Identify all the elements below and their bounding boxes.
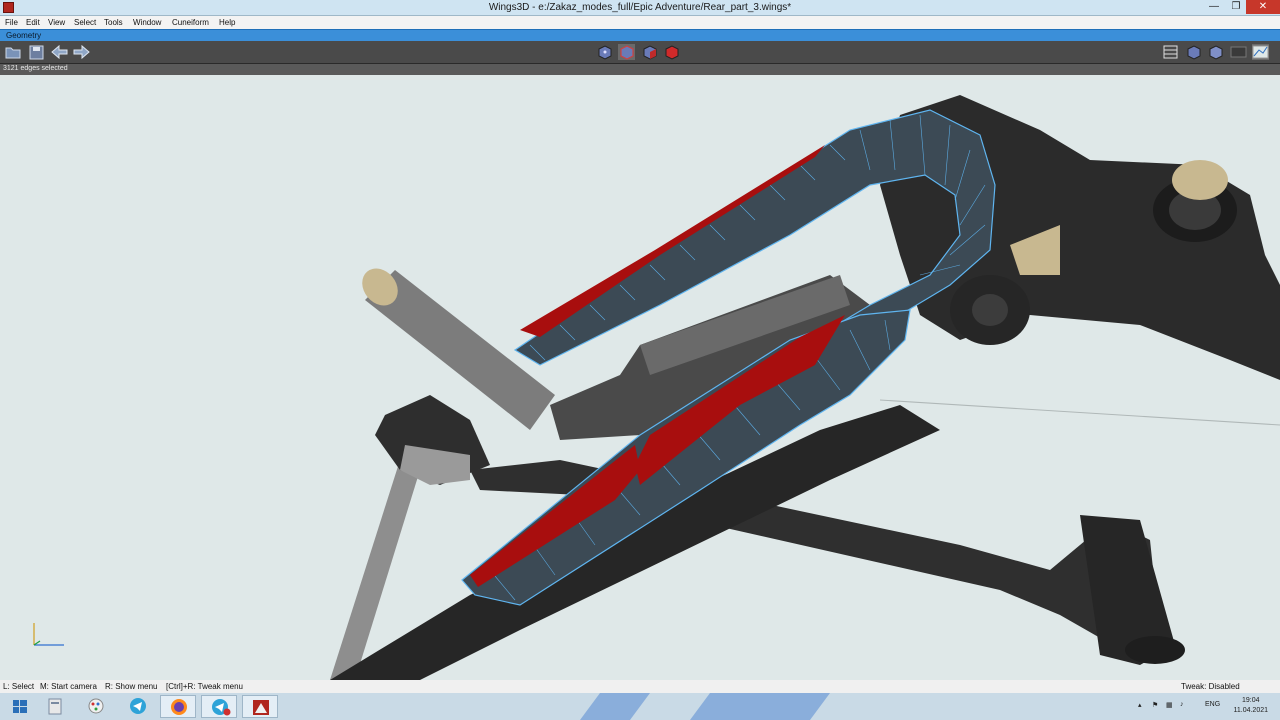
selection-status-text: 3121 edges selected: [3, 65, 68, 72]
open-icon[interactable]: [5, 44, 22, 60]
save-icon[interactable]: [28, 44, 45, 60]
model-render: [33, 95, 1280, 680]
taskbar: ▴ ⚑ ▦ ♪ ENG 19:04 11.04.2021: [0, 693, 1280, 720]
face-mode-icon[interactable]: [641, 44, 658, 60]
wireframe-icon[interactable]: [1162, 44, 1179, 60]
body-mode-icon[interactable]: [663, 44, 680, 60]
axes-gizmo: [28, 620, 68, 650]
hint-middle-click: M: Start camera: [40, 682, 97, 691]
3d-viewport[interactable]: [0, 75, 1280, 680]
tray-flag-icon[interactable]: ⚑: [1152, 701, 1158, 709]
file-explorer-icon[interactable]: [38, 695, 74, 718]
menu-file[interactable]: File: [5, 18, 18, 27]
menu-cuneiform[interactable]: Cuneiform: [172, 18, 209, 27]
start-icon[interactable]: [2, 695, 38, 718]
tweak-status: Tweak: Disabled: [1181, 682, 1240, 691]
smooth-shaded-icon[interactable]: [1185, 44, 1202, 60]
menu-window[interactable]: Window: [133, 18, 161, 27]
edge-mode-icon[interactable]: [618, 44, 635, 60]
firefox-icon[interactable]: [160, 695, 196, 718]
tray-language[interactable]: ENG: [1205, 701, 1220, 708]
undo-icon[interactable]: [51, 44, 68, 60]
telegram-icon[interactable]: [120, 695, 156, 718]
hint-bar: L: Select M: Start camera R: Show menu […: [0, 680, 1280, 693]
toolbar: [0, 41, 1280, 64]
clock-time: 19:04: [1241, 697, 1260, 704]
hint-ctrl-right-click: [Ctrl]+R: Tweak menu: [166, 682, 243, 691]
window-title: Wings3D - e:/Zakaz_modes_full/Epic Adven…: [488, 2, 792, 13]
clock[interactable]: 19:04 11.04.2021: [1233, 696, 1268, 716]
maximize-button[interactable]: ❐: [1226, 0, 1246, 14]
flat-shaded-icon[interactable]: [1207, 44, 1224, 60]
menu-view[interactable]: View: [48, 18, 65, 27]
clock-date: 11.04.2021: [1233, 707, 1268, 714]
wings3d-icon[interactable]: [242, 695, 278, 718]
telegram-badge-icon[interactable]: [201, 695, 237, 718]
menu-help[interactable]: Help: [219, 18, 235, 27]
perspective-icon[interactable]: [1252, 44, 1269, 60]
tray-network-icon[interactable]: ▦: [1166, 701, 1173, 709]
groundplane-icon[interactable]: [1230, 44, 1247, 60]
minimize-button[interactable]: —: [1204, 0, 1224, 14]
geometry-tab-label: Geometry: [6, 31, 42, 40]
menu-bar: File Edit View Select Tools Window Cunei…: [0, 16, 1280, 29]
selection-status: 3121 edges selected: [0, 64, 1280, 75]
vertex-mode-icon[interactable]: [596, 44, 613, 60]
paint-icon[interactable]: [78, 695, 114, 718]
hint-right-click: R: Show menu: [105, 682, 158, 691]
menu-edit[interactable]: Edit: [26, 18, 40, 27]
menu-tools[interactable]: Tools: [104, 18, 123, 27]
hint-left-click: L: Select: [3, 682, 35, 691]
tray-arrow-icon[interactable]: ▴: [1138, 701, 1142, 709]
title-bar: Wings3D - e:/Zakaz_modes_full/Epic Adven…: [0, 0, 1280, 16]
redo-icon[interactable]: [73, 44, 90, 60]
geometry-window-tab[interactable]: Geometry: [0, 29, 1280, 41]
tray-volume-icon[interactable]: ♪: [1180, 701, 1184, 708]
menu-select[interactable]: Select: [74, 18, 96, 27]
close-button[interactable]: ✕: [1246, 0, 1280, 14]
